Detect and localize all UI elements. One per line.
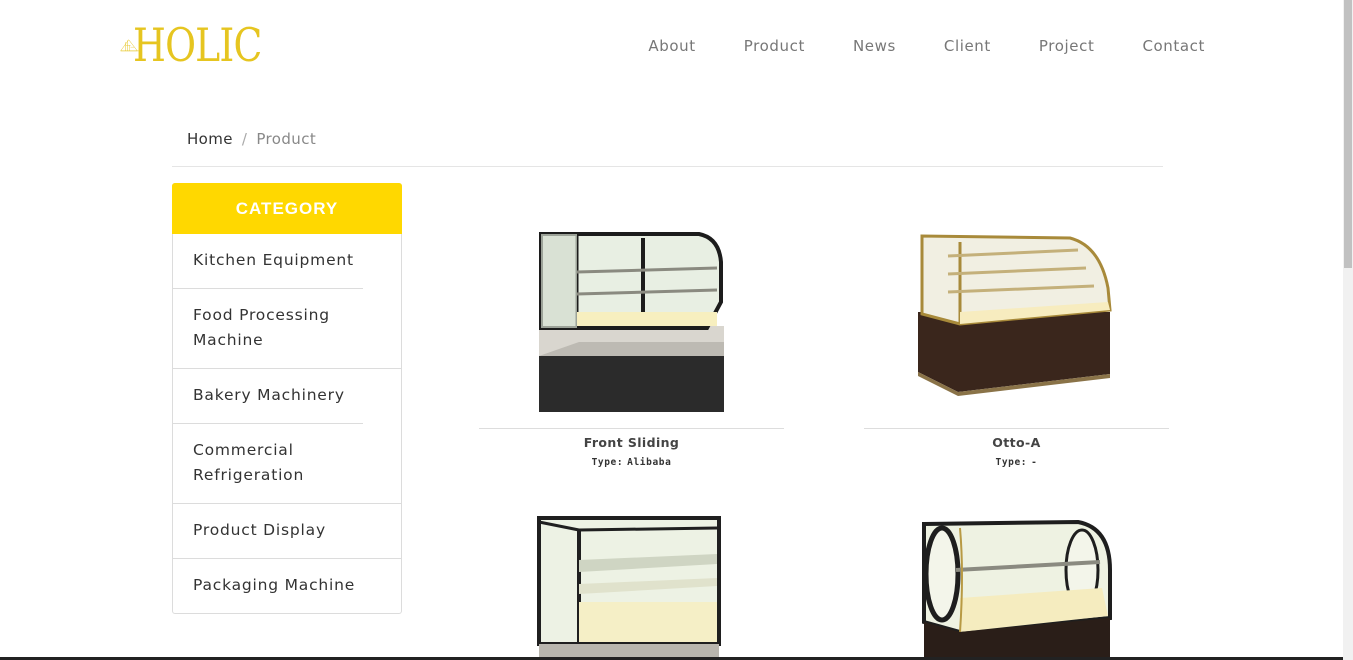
category-header: CATEGORY bbox=[172, 183, 402, 234]
product-type-value: - bbox=[1031, 457, 1038, 468]
product-name[interactable]: Front Sliding bbox=[479, 435, 784, 450]
product-type-value: Alibaba bbox=[627, 457, 672, 468]
display-case-square-icon[interactable] bbox=[479, 514, 784, 660]
category-item-product-display[interactable]: Product Display bbox=[173, 503, 401, 558]
category-item-commercial-refrigeration[interactable]: Commercial Refrigeration bbox=[173, 423, 363, 503]
display-case-brown-gold-icon[interactable] bbox=[864, 232, 1169, 428]
breadcrumb-current: Product bbox=[256, 130, 317, 148]
nav-product[interactable]: Product bbox=[744, 36, 805, 56]
product-card[interactable]: Front Sliding Type: Alibaba bbox=[479, 232, 784, 468]
main-nav: About Product News Client Project Contac… bbox=[600, 36, 1205, 56]
category-item-food-processing-machine[interactable]: Food Processing Machine bbox=[173, 288, 363, 368]
nav-about[interactable]: About bbox=[648, 36, 695, 56]
category-sidebar: CATEGORY Kitchen Equipment Food Processi… bbox=[172, 183, 402, 614]
product-type: Type: Alibaba bbox=[479, 457, 784, 468]
product-type-label: Type: bbox=[995, 457, 1028, 468]
product-name[interactable]: Otto-A bbox=[864, 435, 1169, 450]
display-case-round-icon[interactable] bbox=[864, 514, 1169, 660]
product-card[interactable] bbox=[479, 514, 784, 660]
display-case-silver-icon[interactable] bbox=[479, 232, 784, 428]
category-item-bakery-machinery[interactable]: Bakery Machinery bbox=[173, 368, 401, 423]
breadcrumb-separator: / bbox=[241, 130, 248, 148]
category-item-packaging-machine[interactable]: Packaging Machine bbox=[173, 558, 401, 613]
breadcrumb-divider bbox=[172, 166, 1163, 167]
product-card[interactable] bbox=[864, 514, 1169, 660]
nav-contact[interactable]: Contact bbox=[1142, 36, 1205, 56]
product-divider bbox=[864, 428, 1169, 429]
nav-news[interactable]: News bbox=[853, 36, 896, 56]
nav-project[interactable]: Project bbox=[1039, 36, 1095, 56]
product-divider bbox=[479, 428, 784, 429]
nav-client[interactable]: Client bbox=[944, 36, 991, 56]
scrollbar-thumb[interactable] bbox=[1344, 0, 1352, 268]
product-type-label: Type: bbox=[591, 457, 624, 468]
logo-text: HOLIC bbox=[133, 18, 262, 72]
page-scrollbar[interactable] bbox=[1343, 0, 1353, 660]
product-card[interactable]: Otto-A Type: - bbox=[864, 232, 1169, 468]
category-item-kitchen-equipment[interactable]: Kitchen Equipment bbox=[173, 234, 401, 288]
product-type: Type: - bbox=[864, 457, 1169, 468]
breadcrumb: Home / Product bbox=[187, 130, 316, 148]
site-logo[interactable]: HOLIC bbox=[120, 22, 290, 68]
breadcrumb-home[interactable]: Home bbox=[187, 130, 233, 148]
